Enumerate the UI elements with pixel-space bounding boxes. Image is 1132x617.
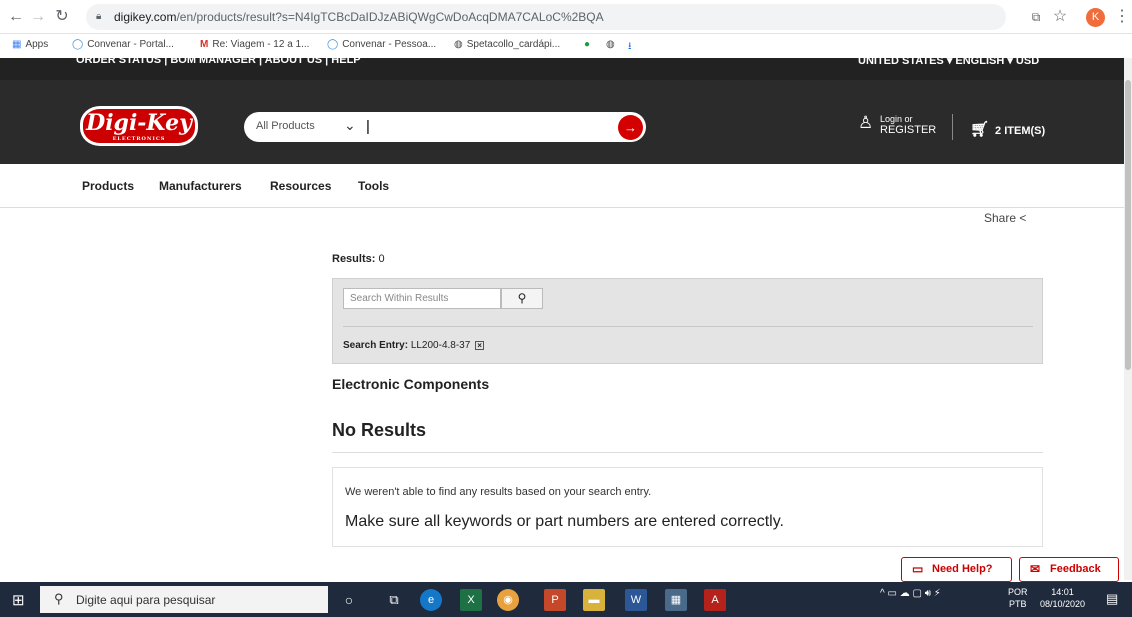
excel-icon[interactable]: X bbox=[460, 589, 482, 611]
login-register-link[interactable]: ♙ Login or REGISTER bbox=[858, 114, 936, 136]
bookmark-6[interactable]: ◍ bbox=[606, 39, 615, 50]
cart-icon: 🛒︎ bbox=[970, 121, 990, 138]
site-top-strip: ORDER STATUS | BOM MANAGER | ABOUT US | … bbox=[0, 58, 1124, 80]
filter-box: Search Within Results ⚲ Search Entry: LL… bbox=[332, 278, 1043, 364]
logo-text: Digi-Key bbox=[86, 110, 192, 136]
file-explorer-icon[interactable]: ▬ bbox=[583, 589, 605, 611]
url-host: digikey.com bbox=[114, 10, 177, 24]
forward-icon[interactable]: → bbox=[28, 7, 48, 27]
cart-link[interactable]: 🛒︎ 2 ITEM(S) bbox=[970, 120, 1045, 138]
remove-entry-icon[interactable]: × bbox=[475, 341, 485, 350]
green-dot-icon: ● bbox=[584, 39, 591, 50]
bookmark-2[interactable]: M Re: Viagem - 12 a 1... bbox=[200, 39, 309, 50]
windows-taskbar: ⊞ ⚲ Digite aqui para pesquisar ○ ⧉ e X ◉… bbox=[0, 582, 1132, 617]
back-icon[interactable]: ← bbox=[6, 7, 26, 27]
scrollbar-thumb[interactable] bbox=[1125, 80, 1131, 370]
region-selector[interactable]: UNITED STATES ▾ ENGLISH ▾ USD bbox=[858, 58, 1039, 67]
user-icon: ♙ bbox=[858, 113, 874, 132]
calculator-icon[interactable]: ▦ bbox=[665, 589, 687, 611]
message-large: Make sure all keywords or part numbers a… bbox=[345, 513, 784, 530]
task-view-icon[interactable]: ⧉ bbox=[383, 589, 405, 611]
profile-avatar[interactable]: K bbox=[1086, 8, 1105, 27]
clock[interactable]: 14:01 08/10/2020 bbox=[1040, 586, 1085, 610]
lock-icon: 🔒︎ bbox=[96, 11, 102, 22]
edge-icon[interactable]: e bbox=[420, 589, 442, 611]
word-icon[interactable]: W bbox=[625, 589, 647, 611]
divider bbox=[343, 326, 1033, 327]
nav-manufacturers[interactable]: Manufacturers bbox=[159, 179, 242, 193]
header-divider bbox=[952, 114, 953, 140]
download-icon: ⭳ bbox=[628, 41, 632, 52]
tray-icons: ▭ ☁ ▢ 🔊︎ ⚡︎ bbox=[887, 588, 941, 599]
site-header: Digi-Key ELECTRONICS All Products ⌄ | → … bbox=[0, 80, 1124, 164]
menu-dots-icon[interactable]: ⋮ bbox=[1112, 7, 1132, 27]
chrome-icon[interactable]: ◉ bbox=[497, 589, 519, 611]
powerpoint-icon[interactable]: P bbox=[544, 589, 566, 611]
section-title: Electronic Components bbox=[332, 376, 490, 392]
acrobat-icon[interactable]: A bbox=[704, 589, 726, 611]
translate-icon[interactable]: ⧉ bbox=[1026, 7, 1046, 27]
reload-icon[interactable]: ↻ bbox=[52, 7, 72, 27]
chevron-down-icon[interactable]: ⌄ bbox=[344, 117, 356, 134]
nav-resources[interactable]: Resources bbox=[270, 179, 331, 193]
cortana-icon[interactable]: ○ bbox=[338, 589, 360, 611]
gmail-icon: M bbox=[200, 39, 209, 50]
apps-grid-icon: ▦ bbox=[12, 39, 22, 50]
tray-chevron-icon: ^ bbox=[880, 588, 885, 599]
bookmark-5[interactable]: ● bbox=[584, 39, 590, 50]
search-category[interactable]: All Products bbox=[256, 120, 315, 132]
globe-icon: ◍ bbox=[454, 39, 463, 50]
share-icon: < bbox=[1019, 211, 1027, 225]
search-icon: ⚲ bbox=[517, 291, 527, 305]
bookmarks-bar: ▦ Apps ◯ Convenar - Portal... M Re: Viagem … bbox=[0, 34, 1132, 58]
no-results-title: No Results bbox=[332, 420, 427, 440]
bookmark-4[interactable]: ◍ Spetacollo_cardápi... bbox=[454, 39, 560, 50]
language-indicator[interactable]: POR PTB bbox=[1008, 586, 1028, 610]
results-count: Results: 0 bbox=[332, 253, 385, 265]
no-results-message-box: We weren't able to find any results base… bbox=[332, 467, 1043, 547]
digikey-logo[interactable]: Digi-Key ELECTRONICS bbox=[80, 106, 198, 146]
bookmark-apps[interactable]: ▦ Apps bbox=[12, 39, 48, 50]
windows-start-icon[interactable]: ⊞ bbox=[12, 591, 25, 609]
globe-icon: ◍ bbox=[606, 39, 615, 50]
divider bbox=[332, 452, 1043, 453]
star-icon[interactable]: ☆ bbox=[1050, 7, 1070, 27]
site-icon: ◯ bbox=[327, 39, 339, 50]
top-links[interactable]: ORDER STATUS | BOM MANAGER | ABOUT US | … bbox=[76, 58, 361, 66]
taskbar-search[interactable]: ⚲ Digite aqui para pesquisar bbox=[40, 586, 328, 613]
chat-icon: ▭ bbox=[912, 562, 924, 576]
notifications-icon[interactable]: ▤ bbox=[1106, 591, 1118, 607]
share-link[interactable]: Share < bbox=[984, 211, 1026, 225]
search-entry: Search Entry: LL200-4.8-37 × bbox=[343, 340, 485, 351]
nav-products[interactable]: Products bbox=[82, 179, 134, 193]
feedback-button[interactable]: ✉ Feedback bbox=[1019, 557, 1119, 582]
search-icon: ⚲ bbox=[54, 591, 64, 606]
main-nav: Products Manufacturers Resources Tools bbox=[0, 164, 1124, 208]
search-submit-button[interactable]: → bbox=[618, 115, 643, 140]
main-search-bar[interactable]: All Products ⌄ | → bbox=[244, 112, 646, 142]
site-icon: ◯ bbox=[72, 39, 84, 50]
logo-subtext: ELECTRONICS bbox=[112, 136, 166, 142]
bookmark-7[interactable]: ⭳ bbox=[628, 39, 632, 56]
search-within-input[interactable]: Search Within Results bbox=[343, 288, 501, 309]
url-field[interactable]: 🔒︎ digikey.com/en/products/result?s=N4Ig… bbox=[86, 4, 1006, 30]
message-small: We weren't able to find any results base… bbox=[345, 486, 652, 498]
bookmark-3[interactable]: ◯ Convenar - Pessoa... bbox=[327, 39, 436, 50]
browser-address-bar: ← → ↻ 🔒︎ digikey.com/en/products/result?… bbox=[0, 0, 1132, 34]
need-help-button[interactable]: ▭ Need Help? bbox=[901, 557, 1012, 582]
search-within-button[interactable]: ⚲ bbox=[501, 288, 543, 309]
system-tray[interactable]: ^ ▭ ☁ ▢ 🔊︎ ⚡︎ bbox=[880, 588, 941, 599]
feedback-icon: ✉ bbox=[1030, 562, 1041, 576]
nav-tools[interactable]: Tools bbox=[358, 179, 389, 193]
arrow-right-icon: → bbox=[624, 120, 637, 135]
bookmark-1[interactable]: ◯ Convenar - Portal... bbox=[72, 39, 174, 50]
search-input[interactable]: | bbox=[366, 118, 370, 135]
url-path: /en/products/result?s=N4IgTCBcDaIDJzABiQ… bbox=[176, 10, 604, 24]
